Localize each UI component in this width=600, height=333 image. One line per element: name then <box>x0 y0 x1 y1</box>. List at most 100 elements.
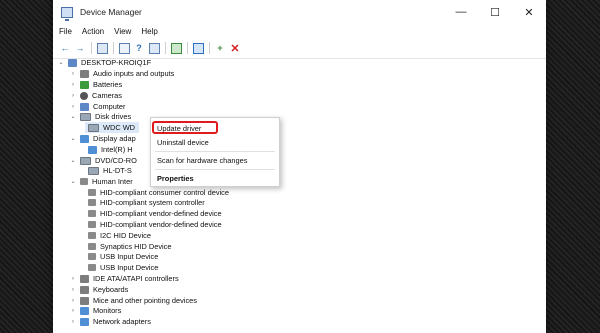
update-driver-menu-item[interactable]: Update driver <box>157 124 201 133</box>
tree-item-disk-drives[interactable]: ⌄ Disk drives <box>69 111 131 122</box>
hid-icon <box>88 199 96 206</box>
tree-item-label: Batteries <box>93 80 123 89</box>
scan-hardware-menu-item[interactable]: Scan for hardware changes <box>157 156 247 165</box>
tree-item-label: Cameras <box>92 91 122 100</box>
tree-item-keyboards[interactable]: › Keyboards <box>69 284 128 295</box>
tree-root[interactable]: ⌄ DESKTOP-KROIQ1F <box>57 57 151 68</box>
tree-item-batteries[interactable]: › Batteries <box>69 79 122 90</box>
tree-item-audio[interactable]: › Audio inputs and outputs <box>69 68 174 79</box>
expand-arrow-icon[interactable]: › <box>69 308 77 314</box>
menu-separator <box>155 151 275 152</box>
computer-icon <box>80 102 89 111</box>
tree-item-hid[interactable]: HID-compliant system controller <box>85 197 205 208</box>
expand-arrow-icon[interactable]: › <box>69 276 77 282</box>
close-button[interactable]: ✕ <box>512 0 546 24</box>
tree-item-label: Intel(R) H <box>101 145 133 154</box>
tree-item-label: Network adapters <box>93 317 151 326</box>
tree-item-hid[interactable]: USB Input Device <box>85 262 158 273</box>
tree-item-hid[interactable]: USB Input Device <box>85 251 158 262</box>
tree-item-cameras[interactable]: › Cameras <box>69 90 122 101</box>
show-hide-tree-icon[interactable] <box>96 42 108 54</box>
toolbar-separator <box>209 42 210 54</box>
toolbar-separator <box>187 42 188 54</box>
back-arrow-icon[interactable]: ← <box>59 42 71 54</box>
properties-icon[interactable] <box>118 42 130 54</box>
menu-action[interactable]: Action <box>82 27 104 36</box>
tree-item-label: HL-DT-S <box>103 166 132 175</box>
scan-hardware-icon[interactable] <box>192 42 204 54</box>
tree-item-hid[interactable]: HID-compliant vendor-defined device <box>85 208 222 219</box>
tree-item-hid[interactable]: I2C HID Device <box>85 230 151 241</box>
tree-item-label: DESKTOP-KROIQ1F <box>81 58 152 67</box>
display-adapter-icon <box>88 145 97 154</box>
properties-menu-item[interactable]: Properties <box>157 174 194 183</box>
expand-arrow-icon[interactable]: › <box>69 93 77 99</box>
device-manager-icon <box>61 6 73 21</box>
toolbar: ← → ? + ✕ <box>53 38 546 59</box>
expand-arrow-icon[interactable]: › <box>69 82 77 88</box>
update-driver-icon[interactable] <box>170 42 182 54</box>
menu-separator <box>155 169 275 170</box>
mouse-icon <box>80 296 89 305</box>
hid-icon <box>88 232 96 239</box>
tree-item-label: I2C HID Device <box>100 231 151 240</box>
tree-item-hid[interactable]: HID-compliant vendor-defined device <box>85 219 222 230</box>
menu-view[interactable]: View <box>114 27 131 36</box>
tree-item-label: Human Inter <box>92 177 133 186</box>
tree-item-display-adapters[interactable]: ⌄ Display adap <box>69 133 136 144</box>
device-manager-window: Device Manager — ☐ ✕ File Action View He… <box>53 0 546 333</box>
tree-item-wdc-disk[interactable]: WDC WD <box>85 122 140 133</box>
tree-item-hl-dt-st[interactable]: HL-DT-S <box>85 165 132 176</box>
battery-icon <box>80 80 89 89</box>
expand-arrow-icon[interactable]: › <box>69 104 77 110</box>
hid-icon <box>80 178 88 185</box>
tree-item-label: Synaptics HID Device <box>100 242 172 251</box>
tree-item-network-adapters[interactable]: › Network adapters <box>69 316 151 327</box>
tree-item-label: IDE ATA/ATAPI controllers <box>93 274 179 283</box>
tree-item-monitors[interactable]: › Monitors <box>69 305 121 316</box>
uninstall-x-icon[interactable]: ✕ <box>229 42 241 55</box>
tree-item-label: WDC WD <box>103 123 136 132</box>
uninstall-device-menu-item[interactable]: Uninstall device <box>157 138 209 147</box>
tree-item-ide-ata[interactable]: › IDE ATA/ATAPI controllers <box>69 273 179 284</box>
expand-arrow-icon[interactable]: ⌄ <box>69 135 77 142</box>
expand-arrow-icon[interactable]: › <box>69 287 77 293</box>
expand-arrow-icon[interactable]: › <box>69 71 77 77</box>
expand-arrow-icon[interactable]: ⌄ <box>57 59 65 66</box>
minimize-button[interactable]: — <box>444 0 478 24</box>
tree-item-label: Audio inputs and outputs <box>93 69 175 78</box>
help-icon[interactable]: ? <box>133 42 145 54</box>
expand-arrow-icon[interactable]: ⌄ <box>69 157 77 164</box>
tree-item-label: Display adap <box>93 134 136 143</box>
add-device-icon[interactable]: + <box>214 42 226 54</box>
hid-icon <box>88 189 96 196</box>
maximize-button[interactable]: ☐ <box>478 0 512 24</box>
dvd-drive-icon <box>80 156 91 165</box>
hid-icon <box>88 221 96 228</box>
forward-arrow-icon[interactable]: → <box>74 42 86 54</box>
expand-arrow-icon[interactable]: › <box>69 319 77 325</box>
expand-arrow-icon[interactable]: ⌄ <box>69 113 77 120</box>
tree-item-label: HID-compliant vendor-defined device <box>100 209 222 218</box>
tree-item-label: Mice and other pointing devices <box>93 296 197 305</box>
dvd-drive-icon <box>88 166 99 175</box>
tree-item-label: HID-compliant system controller <box>100 198 205 207</box>
disk-drive-icon <box>88 123 99 132</box>
tree-item-label: USB Input Device <box>100 263 159 272</box>
speaker-icon <box>80 69 89 78</box>
menu-help[interactable]: Help <box>141 27 157 36</box>
tree-item-label: HID-compliant consumer control device <box>100 188 229 197</box>
keyboard-icon <box>80 285 89 294</box>
tree-item-human-interface[interactable]: ⌄ Human Inter <box>69 176 133 187</box>
hid-icon <box>88 243 96 250</box>
display-adapter-icon <box>80 134 89 143</box>
view-icon[interactable] <box>148 42 160 54</box>
tree-item-intel-graphics[interactable]: Intel(R) H <box>85 144 133 155</box>
expand-arrow-icon[interactable]: ⌄ <box>69 178 77 185</box>
ide-controller-icon <box>80 274 89 283</box>
expand-arrow-icon[interactable]: › <box>69 298 77 304</box>
menu-file[interactable]: File <box>59 27 72 36</box>
computer-icon <box>68 58 77 67</box>
menu-bar: File Action View Help <box>53 24 546 38</box>
camera-icon <box>80 91 88 100</box>
